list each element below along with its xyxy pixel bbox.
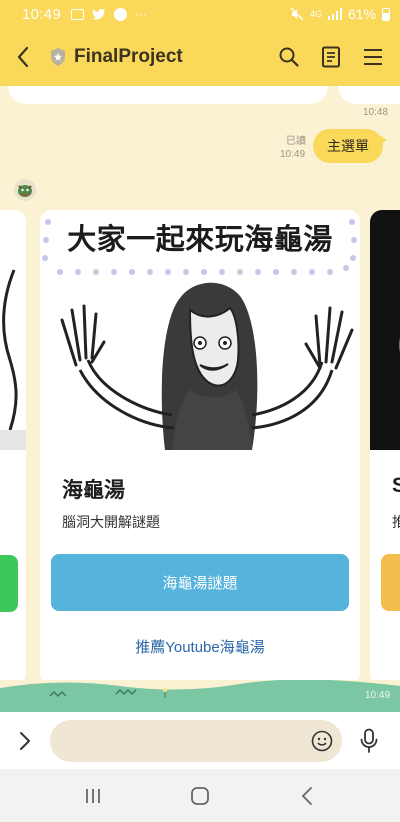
official-badge-icon [48, 47, 68, 67]
message-input[interactable] [50, 719, 342, 762]
turtle-soup-card: 大家一起來玩海龜湯 海龜湯 腦洞大開解謎題 海龜湯謎題 推薦Youtube海龜湯 [40, 210, 360, 685]
banner-title: 大家一起來玩海龜湯 [67, 224, 333, 256]
status-right: 4G 61% [290, 6, 390, 22]
twitter-icon [92, 8, 106, 20]
chat-header: FinalProject [0, 28, 400, 86]
voice-input-button[interactable] [342, 712, 396, 769]
back-button[interactable] [0, 28, 46, 86]
search-button[interactable] [270, 37, 308, 77]
status-bar: 10:49 ··· 4G 61% [0, 0, 400, 28]
gallery-icon [71, 8, 85, 20]
expand-menu-button[interactable] [0, 712, 50, 769]
status-time: 10:49 [22, 5, 62, 23]
more-notifications: ··· [135, 7, 148, 21]
app-notification-icon [114, 7, 128, 21]
home-button[interactable] [170, 774, 230, 818]
previous-message-bubble [8, 86, 328, 104]
chevron-left-icon [17, 46, 29, 68]
microphone-icon [360, 728, 378, 753]
system-navigation-bar [0, 769, 400, 822]
home-icon [191, 786, 209, 805]
previous-card-button[interactable] [0, 555, 18, 612]
my-message-bubble[interactable]: 主選單 [313, 129, 387, 163]
menu-button[interactable] [354, 37, 392, 77]
decorative-ground [0, 679, 400, 712]
read-receipt: 已讀 [286, 136, 306, 147]
chevron-right-icon [20, 731, 30, 750]
message-input-bar [0, 712, 400, 769]
notification-icons: ··· [71, 7, 147, 21]
card-banner-image: 大家一起來玩海龜湯 [40, 210, 360, 450]
recent-apps-button[interactable] [63, 774, 123, 818]
previous-message-bubble [338, 86, 400, 104]
system-back-button[interactable] [277, 774, 337, 818]
notes-icon [322, 46, 340, 68]
smiley-icon [311, 730, 333, 751]
search-icon [279, 47, 299, 67]
card-title: 海龜湯 [62, 479, 125, 502]
carousel-card-next[interactable]: S 推 [370, 210, 400, 685]
mute-icon [290, 7, 304, 21]
network-type: 4G [309, 9, 322, 19]
chat-title: FinalProject [74, 46, 183, 67]
signal-icon [327, 8, 342, 20]
battery-icon [382, 7, 390, 21]
emoji-button[interactable] [310, 729, 334, 753]
message-timestamp: 10:49 [365, 690, 391, 701]
back-arrow-icon [301, 786, 312, 805]
next-card-title: S [392, 474, 400, 497]
youtube-recommend-button[interactable]: 推薦Youtube海龜湯 [51, 628, 349, 664]
battery-percent: 61% [347, 6, 376, 22]
carousel-card-previous[interactable] [0, 210, 26, 685]
card-subtitle: 腦洞大開解謎題 [62, 514, 160, 530]
chat-area[interactable]: 10:48 已讀 10:49 主選單 大家一起來玩海龜湯 海龜湯 腦洞大開解謎題… [0, 86, 400, 712]
hamburger-icon [364, 49, 382, 65]
recent-apps-icon [86, 788, 101, 803]
next-card-button[interactable] [381, 554, 400, 611]
notes-button[interactable] [312, 37, 350, 77]
turtle-soup-puzzle-button[interactable]: 海龜湯謎題 [51, 554, 349, 611]
message-timestamp: 10:48 [363, 107, 389, 118]
message-timestamp: 10:49 [280, 149, 306, 160]
next-card-subtitle: 推 [392, 514, 400, 530]
next-card-image [370, 210, 400, 450]
bot-avatar[interactable] [14, 179, 36, 201]
